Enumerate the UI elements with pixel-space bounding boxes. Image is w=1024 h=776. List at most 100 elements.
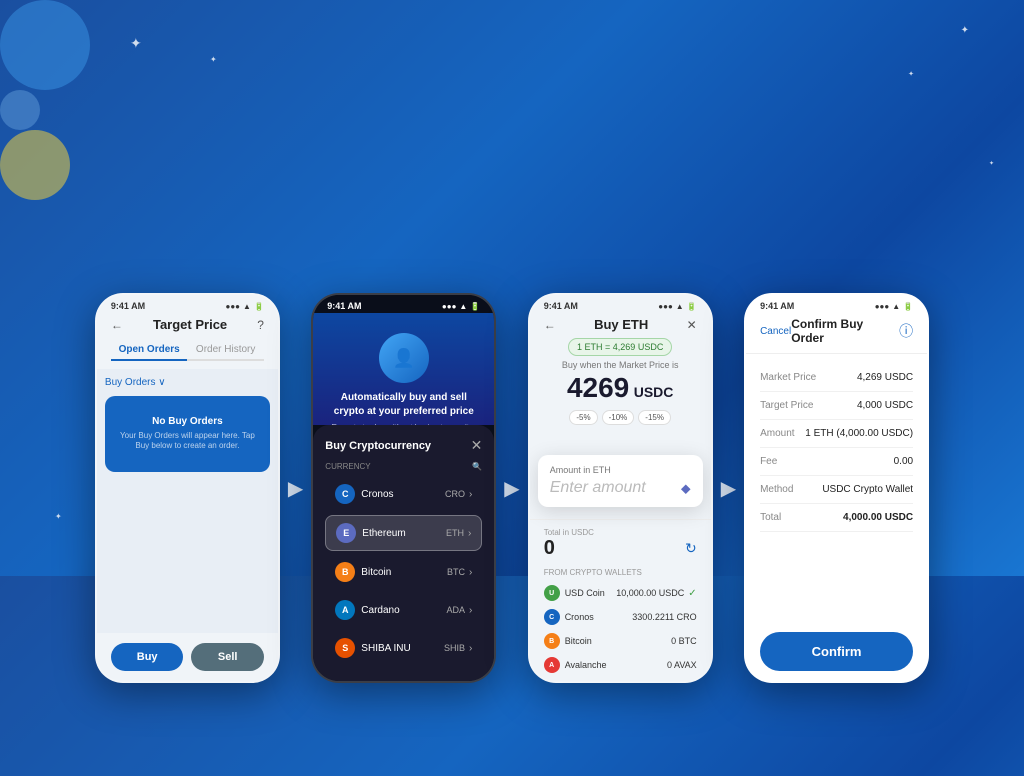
cancel-button[interactable]: Cancel	[760, 326, 791, 337]
arrow-2: ▶	[504, 476, 519, 501]
phone-4-header: Cancel Confirm Buy Order ⓘ	[746, 313, 927, 354]
arrow-1: ▶	[288, 476, 303, 501]
pct-btn-5[interactable]: -5%	[569, 410, 597, 425]
wallet-avalanche[interactable]: A Avalanche 0 AVAX	[544, 653, 697, 677]
phone-3-buy-eth: 9:41 AM ●●● ▲ 🔋 ← Buy ETH ✕ 1 ETH = 4,26…	[528, 293, 713, 683]
status-icons-2: ●●● ▲ 🔋	[442, 302, 480, 311]
sheet-header: Buy Cryptocurrency ✕	[325, 437, 482, 454]
phone-1-title: Target Price	[153, 317, 227, 332]
status-time-1: 9:41 AM	[111, 301, 145, 311]
detail-value-amount: 1 ETH (4,000.00 USDC)	[805, 428, 913, 439]
phone-3-nav: ← Buy ETH ✕	[544, 317, 697, 332]
search-icon-2[interactable]: 🔍	[472, 462, 482, 471]
pct-row: -5% -10% -15%	[544, 410, 697, 425]
rate-badge: 1 ETH = 4,269 USDC	[568, 338, 672, 356]
currency-section-label: CURRENCY 🔍	[325, 462, 482, 471]
detail-value-market: 4,269 USDC	[857, 372, 913, 383]
wallet-btc-amount: 0 BTC	[671, 636, 697, 646]
detail-fee: Fee 0.00	[760, 448, 913, 476]
phone-1-nav: ← Target Price ?	[111, 317, 264, 332]
phone-4-confirm: 9:41 AM ●●● ▲ 🔋 Cancel Confirm Buy Order…	[744, 293, 929, 683]
buy-orders-label[interactable]: Buy Orders ∨	[105, 377, 270, 388]
coin-icon-shib: S	[335, 638, 355, 658]
sheet-title: Buy Cryptocurrency	[325, 440, 431, 452]
currency-shib[interactable]: S SHIBA INU SHIB ›	[325, 631, 482, 665]
detail-value-fee: 0.00	[894, 456, 913, 467]
wallet-dai[interactable]: D Dai 0 DAI	[544, 677, 697, 681]
total-usdc-section: Total in USDC 0 ↻	[530, 519, 711, 564]
refresh-icon[interactable]: ↻	[685, 540, 697, 557]
currency-ticker-cro: CRO	[445, 489, 465, 499]
detail-label-method: Method	[760, 484, 793, 495]
status-bar-3: 9:41 AM ●●● ▲ 🔋	[530, 295, 711, 313]
buy-button[interactable]: Buy	[111, 643, 184, 671]
currency-ticker-eth: ETH	[446, 528, 464, 538]
phones-container: 9:41 AM ●●● ▲ 🔋 ← Target Price ? Open Or…	[0, 200, 1024, 776]
eth-symbol: ⬥	[681, 480, 691, 497]
wallet-cron-name: Cronos	[565, 612, 594, 622]
back-icon-1[interactable]: ←	[111, 318, 123, 332]
currency-ethereum[interactable]: E Ethereum ETH ›	[325, 515, 482, 551]
status-bar-2: 9:41 AM ●●● ▲ 🔋	[313, 295, 494, 313]
info-icon-4[interactable]: ⓘ	[899, 321, 913, 341]
close-icon-3[interactable]: ✕	[687, 318, 697, 332]
status-icons-1: ●●● ▲ 🔋	[226, 302, 264, 311]
empty-orders-desc: Your Buy Orders will appear here. Tap Bu…	[115, 431, 260, 452]
phone-4-footer: Confirm	[746, 622, 927, 681]
phone-3-title: Buy ETH	[594, 317, 648, 332]
wallet-usd-coin[interactable]: U USD Coin 10,000.00 USDC ✓	[544, 581, 697, 605]
sheet-close-btn[interactable]: ✕	[471, 437, 483, 454]
arrow-3: ▶	[721, 476, 736, 501]
amount-placeholder[interactable]: Enter amount	[550, 479, 646, 497]
detail-total: Total 4,000.00 USDC	[760, 504, 913, 532]
wallet-avax-name: Avalanche	[565, 660, 607, 670]
star-deco: ✦	[210, 55, 217, 64]
wallet-usd-check: ✓	[688, 588, 696, 599]
status-icons-4: ●●● ▲ 🔋	[875, 302, 913, 311]
pct-btn-15[interactable]: -15%	[638, 410, 671, 425]
empty-orders-title: No Buy Orders	[115, 416, 260, 427]
back-icon-3[interactable]: ←	[544, 318, 556, 332]
promo-text: Automatically buy and sell crypto at you…	[327, 391, 480, 419]
currency-name-cro: Cronos	[361, 489, 393, 500]
star-deco: ✦	[130, 35, 142, 52]
currency-cardano[interactable]: A Cardano ADA ›	[325, 593, 482, 627]
promo-avatar: 👤	[379, 333, 429, 383]
detail-label-total: Total	[760, 512, 781, 523]
pct-btn-10[interactable]: -10%	[602, 410, 635, 425]
currency-cronos[interactable]: C Cronos CRO ›	[325, 477, 482, 511]
star-deco: ✦	[961, 25, 969, 36]
tab-order-history[interactable]: Order History	[187, 340, 264, 359]
coin-icon-ada: A	[335, 600, 355, 620]
detail-value-target: 4,000 USDC	[857, 400, 913, 411]
sell-button[interactable]: Sell	[191, 643, 264, 671]
deco-circle-br	[0, 130, 70, 200]
detail-market-price: Market Price 4,269 USDC	[760, 364, 913, 392]
coin-btc-icon: B	[544, 633, 560, 649]
wallet-bitcoin[interactable]: B Bitcoin 0 BTC	[544, 629, 697, 653]
currency-name-eth: Ethereum	[362, 528, 405, 539]
currency-name-shib: SHIBA INU	[361, 643, 410, 654]
phone-2-inner: 9:41 AM ●●● ▲ 🔋 👤 Automatically buy and …	[313, 295, 494, 681]
price-unit: USDC	[634, 384, 674, 400]
wallet-btc-name: Bitcoin	[565, 636, 592, 646]
promo-sub: Execute trades without having to monitor…	[327, 423, 480, 425]
wallets-section: FROM CRYPTO WALLETS U USD Coin 10,000.00…	[530, 564, 711, 681]
confirm-nav: Cancel Confirm Buy Order ⓘ	[760, 317, 913, 345]
status-time-3: 9:41 AM	[544, 301, 578, 311]
confirm-button[interactable]: Confirm	[760, 632, 913, 671]
detail-label-fee: Fee	[760, 456, 777, 467]
phone-4-inner: 9:41 AM ●●● ▲ 🔋 Cancel Confirm Buy Order…	[746, 295, 927, 681]
deco-circle-tl	[0, 0, 90, 90]
phone-1-header: ← Target Price ? Open Orders Order Histo…	[97, 313, 278, 369]
wallet-usd-amount: 10,000.00 USDC	[616, 588, 684, 598]
currency-bitcoin[interactable]: B Bitcoin BTC ›	[325, 555, 482, 589]
info-icon-1[interactable]: ?	[257, 318, 264, 332]
tab-open-orders[interactable]: Open Orders	[111, 340, 188, 361]
wallet-cronos[interactable]: C Cronos 3300.2211 CRO	[544, 605, 697, 629]
wallet-cron-amount: 3300.2211 CRO	[632, 612, 696, 622]
detail-label-target: Target Price	[760, 400, 813, 411]
amount-label: Amount in ETH	[550, 465, 691, 475]
total-value: 0	[544, 537, 555, 560]
total-usdc-label: Total in USDC	[544, 528, 697, 537]
